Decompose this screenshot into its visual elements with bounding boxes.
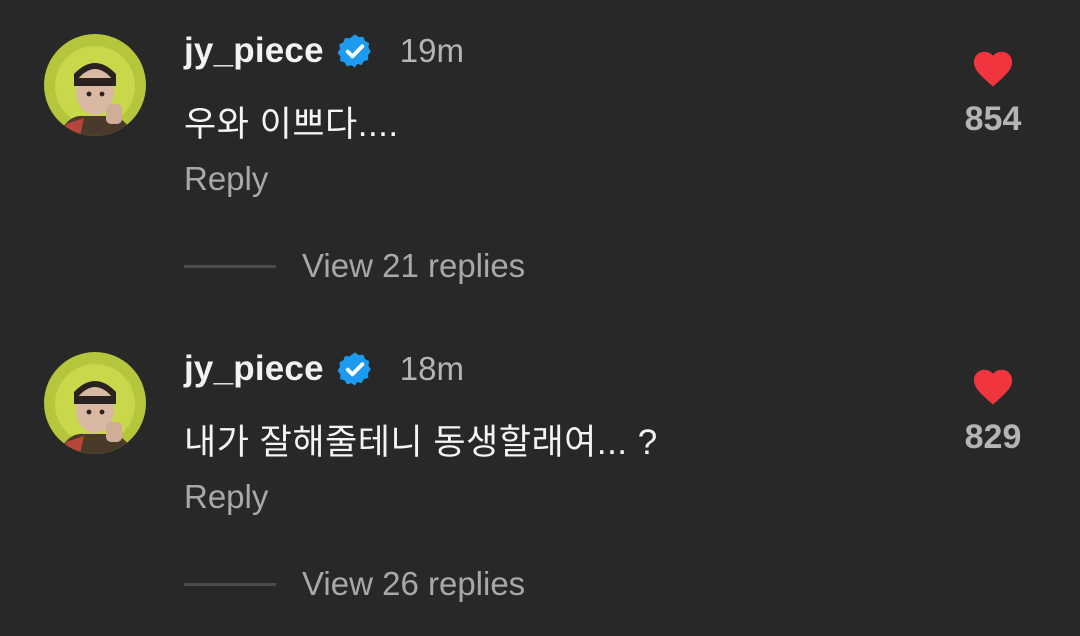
replies-divider-line <box>184 264 276 268</box>
reply-button[interactable]: Reply <box>184 478 268 516</box>
comment-item: jy_piece 18m 내가 잘해줄테니 동생할래여... ? Reply V… <box>0 318 1080 636</box>
like-count: 854 <box>964 100 1022 138</box>
username[interactable]: jy_piece <box>184 31 324 71</box>
reply-button[interactable]: Reply <box>184 160 268 198</box>
avatar[interactable] <box>44 352 146 454</box>
like-control: 854 <box>950 46 1036 139</box>
like-control: 829 <box>950 364 1036 457</box>
comment-text: 우와 이쁘다.... <box>184 105 399 144</box>
avatar-image <box>44 352 146 454</box>
like-count: 829 <box>964 418 1022 456</box>
comment-header: jy_piece 18m <box>184 346 464 392</box>
verified-badge-icon <box>336 32 374 70</box>
heart-icon[interactable] <box>970 46 1016 88</box>
replies-divider-line <box>184 582 276 586</box>
comment-text: 내가 잘해줄테니 동생할래여... ? <box>184 423 658 462</box>
username[interactable]: jy_piece <box>184 349 324 389</box>
heart-icon[interactable] <box>970 364 1016 406</box>
view-replies-label: View 21 replies <box>302 247 526 284</box>
comment-header: jy_piece 19m <box>184 28 464 74</box>
comment-timestamp: 18m <box>399 350 464 387</box>
comment-timestamp: 19m <box>399 32 464 69</box>
view-replies-label: View 26 replies <box>302 565 526 602</box>
view-replies-button[interactable]: View 26 replies <box>184 562 525 606</box>
avatar[interactable] <box>44 34 146 136</box>
verified-badge-icon <box>336 350 374 388</box>
view-replies-button[interactable]: View 21 replies <box>184 244 525 288</box>
avatar-image <box>44 34 146 136</box>
comment-item: jy_piece 19m 우와 이쁘다.... Reply View 21 re… <box>0 0 1080 318</box>
